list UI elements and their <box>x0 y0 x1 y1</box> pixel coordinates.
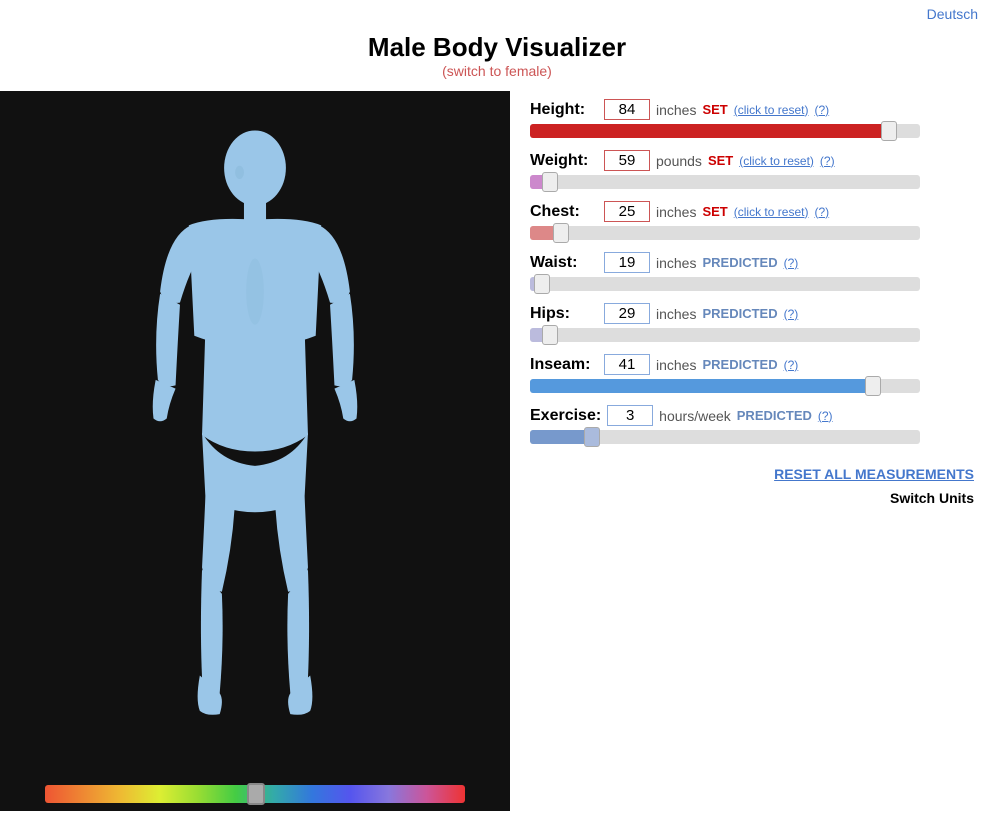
waist-unit: inches <box>656 255 696 271</box>
weight-slider-thumb[interactable] <box>542 172 558 192</box>
inseam-status: PREDICTED <box>702 357 777 372</box>
weight-row: Weight: pounds SET (click to reset) (?) <box>530 150 974 189</box>
height-help-link[interactable]: (?) <box>814 103 829 117</box>
height-slider-row <box>530 124 974 138</box>
inseam-unit: inches <box>656 357 696 373</box>
hips-status: PREDICTED <box>702 306 777 321</box>
chest-row: Chest: inches SET (click to reset) (?) <box>530 201 974 240</box>
weight-slider-row <box>530 175 974 189</box>
inseam-slider-thumb[interactable] <box>865 376 881 396</box>
waist-row: Waist: inches PREDICTED (?) <box>530 252 974 291</box>
exercise-label: Exercise: <box>530 407 601 425</box>
inseam-slider-fill <box>530 379 873 393</box>
hips-slider-thumb[interactable] <box>542 325 558 345</box>
inseam-help-link[interactable]: (?) <box>784 358 799 372</box>
chest-help-link[interactable]: (?) <box>814 205 829 219</box>
page-title-area: Male Body Visualizer (switch to female) <box>0 22 994 85</box>
top-bar: Deutsch <box>0 0 994 22</box>
height-slider-thumb[interactable] <box>881 121 897 141</box>
main-content: Height: inches SET (click to reset) (?) … <box>0 91 994 811</box>
exercise-slider-fill <box>530 430 592 444</box>
height-slider-track[interactable] <box>530 124 920 138</box>
waist-input[interactable] <box>604 252 650 273</box>
controls-area: Height: inches SET (click to reset) (?) … <box>510 91 994 811</box>
waist-slider-thumb[interactable] <box>534 274 550 294</box>
exercise-unit: hours/week <box>659 408 731 424</box>
height-unit: inches <box>656 102 696 118</box>
inseam-slider-row <box>530 379 974 393</box>
body-model-svg <box>95 115 415 755</box>
color-bar-row <box>0 779 510 811</box>
hips-input[interactable] <box>604 303 650 324</box>
hips-slider-track[interactable] <box>530 328 920 342</box>
weight-label: Weight: <box>530 152 598 170</box>
waist-help-link[interactable]: (?) <box>784 256 799 270</box>
inseam-input[interactable] <box>604 354 650 375</box>
weight-help-link[interactable]: (?) <box>820 154 835 168</box>
hips-slider-row <box>530 328 974 342</box>
height-label: Height: <box>530 101 598 119</box>
model-area <box>0 91 510 811</box>
height-row: Height: inches SET (click to reset) (?) <box>530 99 974 138</box>
chest-slider-thumb[interactable] <box>553 223 569 243</box>
exercise-slider-track[interactable] <box>530 430 920 444</box>
chest-slider-row <box>530 226 974 240</box>
waist-label-row: Waist: inches PREDICTED (?) <box>530 252 974 273</box>
exercise-slider-row <box>530 430 974 444</box>
page-title: Male Body Visualizer <box>0 32 994 63</box>
weight-slider-track[interactable] <box>530 175 920 189</box>
chest-unit: inches <box>656 204 696 220</box>
exercise-slider-thumb[interactable] <box>584 427 600 447</box>
chest-label: Chest: <box>530 203 598 221</box>
chest-input[interactable] <box>604 201 650 222</box>
hips-unit: inches <box>656 306 696 322</box>
inseam-label: Inseam: <box>530 356 598 374</box>
chest-status: SET <box>702 204 727 219</box>
hips-label-row: Hips: inches PREDICTED (?) <box>530 303 974 324</box>
height-label-row: Height: inches SET (click to reset) (?) <box>530 99 974 120</box>
height-reset-link[interactable]: (click to reset) <box>734 103 809 117</box>
switch-units-button[interactable]: Switch Units <box>890 490 974 506</box>
color-bar-thumb[interactable] <box>247 783 265 805</box>
reset-all-button[interactable]: RESET ALL MEASUREMENTS <box>774 466 974 482</box>
weight-status: SET <box>708 153 733 168</box>
waist-slider-row <box>530 277 974 291</box>
height-input[interactable] <box>604 99 650 120</box>
waist-label: Waist: <box>530 254 598 272</box>
height-status: SET <box>702 102 727 117</box>
chest-label-row: Chest: inches SET (click to reset) (?) <box>530 201 974 222</box>
weight-reset-link[interactable]: (click to reset) <box>739 154 814 168</box>
chest-reset-link[interactable]: (click to reset) <box>734 205 809 219</box>
hips-help-link[interactable]: (?) <box>784 307 799 321</box>
hips-label: Hips: <box>530 305 598 323</box>
inseam-slider-track[interactable] <box>530 379 920 393</box>
chest-slider-track[interactable] <box>530 226 920 240</box>
height-slider-fill <box>530 124 889 138</box>
inseam-label-row: Inseam: inches PREDICTED (?) <box>530 354 974 375</box>
exercise-row: Exercise: hours/week PREDICTED (?) <box>530 405 974 444</box>
color-bar[interactable] <box>45 785 465 803</box>
switch-gender-link[interactable]: (switch to female) <box>442 63 552 79</box>
model-figure <box>0 91 510 779</box>
weight-unit: pounds <box>656 153 702 169</box>
inseam-row: Inseam: inches PREDICTED (?) <box>530 354 974 393</box>
exercise-status: PREDICTED <box>737 408 812 423</box>
weight-input[interactable] <box>604 150 650 171</box>
waist-status: PREDICTED <box>702 255 777 270</box>
exercise-input[interactable] <box>607 405 653 426</box>
hips-row: Hips: inches PREDICTED (?) <box>530 303 974 342</box>
weight-label-row: Weight: pounds SET (click to reset) (?) <box>530 150 974 171</box>
exercise-label-row: Exercise: hours/week PREDICTED (?) <box>530 405 974 426</box>
language-link[interactable]: Deutsch <box>927 6 978 22</box>
exercise-help-link[interactable]: (?) <box>818 409 833 423</box>
waist-slider-track[interactable] <box>530 277 920 291</box>
footer-buttons: RESET ALL MEASUREMENTS Switch Units <box>530 466 974 506</box>
